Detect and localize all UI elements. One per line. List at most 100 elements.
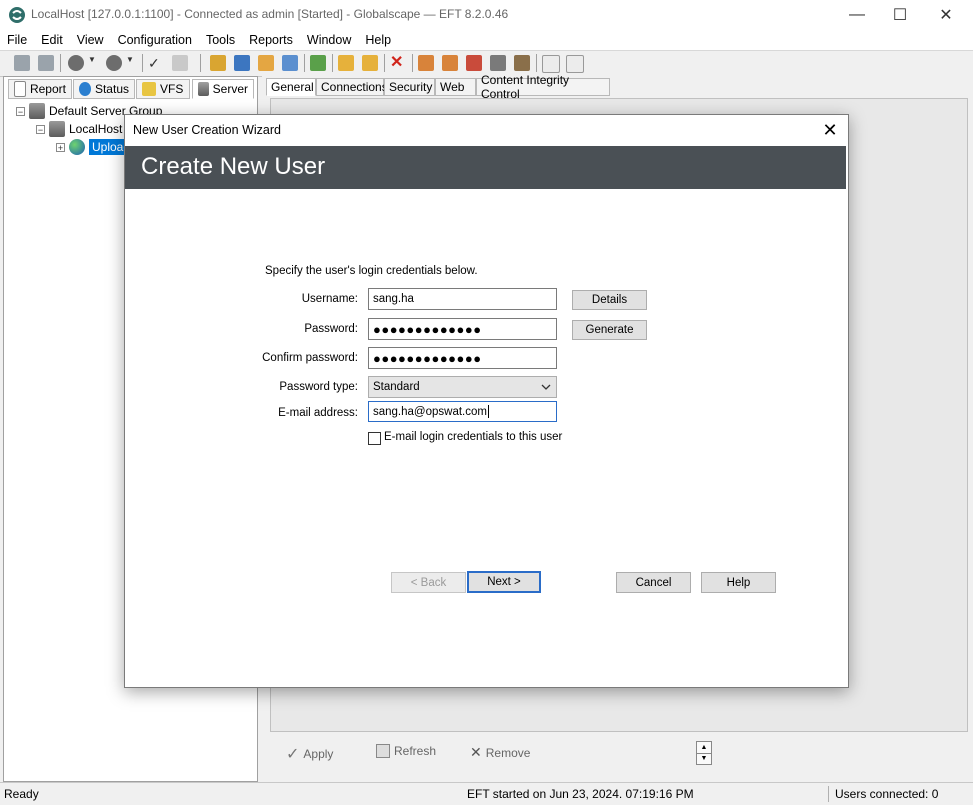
report-icon[interactable] — [542, 55, 560, 73]
tab-server[interactable]: Server — [192, 79, 254, 99]
command-icon[interactable] — [466, 55, 482, 71]
ssl-icon[interactable] — [490, 55, 506, 71]
event-rule-icon[interactable] — [442, 55, 458, 71]
new-user-icon[interactable] — [258, 55, 274, 71]
spin-down-icon[interactable]: ▼ — [697, 754, 711, 764]
globe-icon — [79, 82, 91, 96]
status-started: EFT started on Jun 23, 2024. 07:19:16 PM — [467, 787, 694, 801]
menu-edit[interactable]: Edit — [34, 33, 70, 47]
refresh-icon — [376, 744, 390, 758]
tab-general[interactable]: General — [266, 78, 316, 96]
folder-icon[interactable] — [338, 55, 354, 71]
menu-file[interactable]: File — [0, 33, 34, 47]
email-input[interactable]: sang.ha@opswat.com — [368, 401, 557, 422]
password-type-value: Standard — [373, 381, 420, 393]
tab-vfs[interactable]: VFS — [136, 79, 190, 99]
folder-open-icon[interactable] — [362, 55, 378, 71]
back-button[interactable]: < Back — [391, 572, 466, 593]
remove-button[interactable]: ✕ Remove — [470, 744, 530, 761]
password-value: ●●●●●●●●●●●●● — [373, 321, 482, 337]
tab-status-label: Status — [94, 82, 129, 96]
dialog-titlebar: New User Creation Wizard ✕ — [125, 115, 848, 146]
minimize-button[interactable]: — — [834, 0, 880, 30]
email-credentials-checkbox[interactable] — [368, 432, 381, 445]
edit-report-icon[interactable] — [566, 55, 584, 73]
stop-icon[interactable] — [106, 55, 122, 71]
server-icon — [49, 121, 65, 137]
email-value: sang.ha@opswat.com — [373, 405, 487, 418]
menu-window[interactable]: Window — [300, 33, 358, 47]
username-input[interactable]: sang.ha — [368, 288, 557, 310]
dropdown-arrow-icon[interactable]: ▼ — [88, 55, 96, 71]
check-icon: ✓ — [286, 746, 300, 763]
help-button[interactable]: Help — [701, 572, 776, 593]
tab-vfs-label: VFS — [160, 82, 184, 96]
rule-icon[interactable] — [418, 55, 434, 71]
username-value: sang.ha — [373, 293, 414, 305]
refresh-button[interactable]: Refresh — [376, 744, 436, 758]
menu-view[interactable]: View — [70, 33, 111, 47]
collapse-icon[interactable]: − — [36, 124, 45, 134]
refresh-icon[interactable] — [172, 55, 188, 71]
delete-icon[interactable]: ✕ — [390, 55, 406, 71]
password-type-select[interactable]: Standard — [368, 376, 557, 398]
user-group-icon[interactable] — [310, 55, 326, 71]
window-title: LocalHost [127.0.0.1:1100] - Connected a… — [31, 7, 509, 21]
collapse-icon[interactable]: − — [16, 106, 25, 116]
text-cursor — [487, 405, 489, 418]
new-site-icon[interactable] — [210, 55, 226, 71]
generate-button[interactable]: Generate — [572, 320, 647, 340]
tab-report-label: Report — [29, 82, 66, 96]
email-credentials-label[interactable]: E-mail login credentials to this user — [384, 431, 562, 443]
dropdown-arrow-icon[interactable]: ▼ — [126, 55, 134, 71]
folder-icon — [142, 82, 156, 96]
expand-icon[interactable]: + — [56, 142, 65, 152]
scroll-spinner[interactable]: ▲ ▼ — [696, 741, 712, 765]
globalscape-logo-icon — [9, 7, 25, 23]
menu-tools[interactable]: Tools — [199, 33, 242, 47]
disconnect-icon[interactable] — [38, 55, 54, 71]
tab-connections[interactable]: Connections — [316, 78, 388, 96]
connect-icon[interactable] — [14, 55, 30, 71]
menu-bar: File Edit View Configuration Tools Repor… — [0, 30, 973, 50]
tools-icon[interactable] — [514, 55, 530, 71]
tree-item-localhost[interactable]: − LocalHost — [36, 120, 122, 138]
check-icon[interactable]: ✓ — [148, 55, 164, 71]
dialog-header: Create New User — [125, 146, 846, 189]
tab-report[interactable]: Report — [8, 79, 72, 99]
remove-x-icon: ✕ — [470, 744, 482, 760]
spin-up-icon[interactable]: ▲ — [697, 742, 711, 754]
cancel-button[interactable]: Cancel — [616, 572, 691, 593]
menu-configuration[interactable]: Configuration — [111, 33, 199, 47]
remove-label: Remove — [485, 745, 531, 760]
menu-help[interactable]: Help — [358, 33, 398, 47]
go-icon[interactable] — [68, 55, 84, 71]
password-label: Password: — [304, 323, 358, 335]
confirm-password-label: Confirm password: — [262, 352, 358, 364]
new-user-wizard-dialog: New User Creation Wizard ✕ Create New Us… — [124, 114, 849, 688]
status-ready: Ready — [4, 787, 39, 801]
next-button[interactable]: Next > — [467, 571, 541, 593]
close-window-button[interactable]: ✕ — [923, 0, 969, 30]
users-icon[interactable] — [282, 55, 298, 71]
dialog-close-button[interactable]: ✕ — [817, 119, 843, 141]
dialog-title: New User Creation Wizard — [133, 123, 281, 137]
chevron-down-icon — [541, 384, 551, 390]
tab-content-integrity-control[interactable]: Content Integrity Control — [476, 73, 610, 101]
maximize-button[interactable]: ☐ — [877, 0, 923, 30]
server-icon — [198, 82, 209, 96]
tab-status[interactable]: Status — [73, 79, 135, 99]
apply-button[interactable]: ✓ Apply — [286, 744, 333, 764]
password-input[interactable]: ●●●●●●●●●●●●● — [368, 318, 557, 340]
confirm-password-input[interactable]: ●●●●●●●●●●●●● — [368, 347, 557, 369]
settings-gear-icon[interactable] — [234, 55, 250, 71]
window-titlebar: LocalHost [127.0.0.1:1100] - Connected a… — [0, 0, 973, 30]
details-button[interactable]: Details — [572, 290, 647, 310]
menu-reports[interactable]: Reports — [242, 33, 300, 47]
tab-web[interactable]: Web — [435, 78, 476, 96]
email-label: E-mail address: — [278, 407, 358, 419]
tab-security[interactable]: Security — [384, 78, 435, 96]
tree-label: LocalHost — [69, 122, 123, 136]
globe-icon — [69, 139, 85, 155]
status-users-connected: Users connected: 0 — [828, 786, 938, 802]
